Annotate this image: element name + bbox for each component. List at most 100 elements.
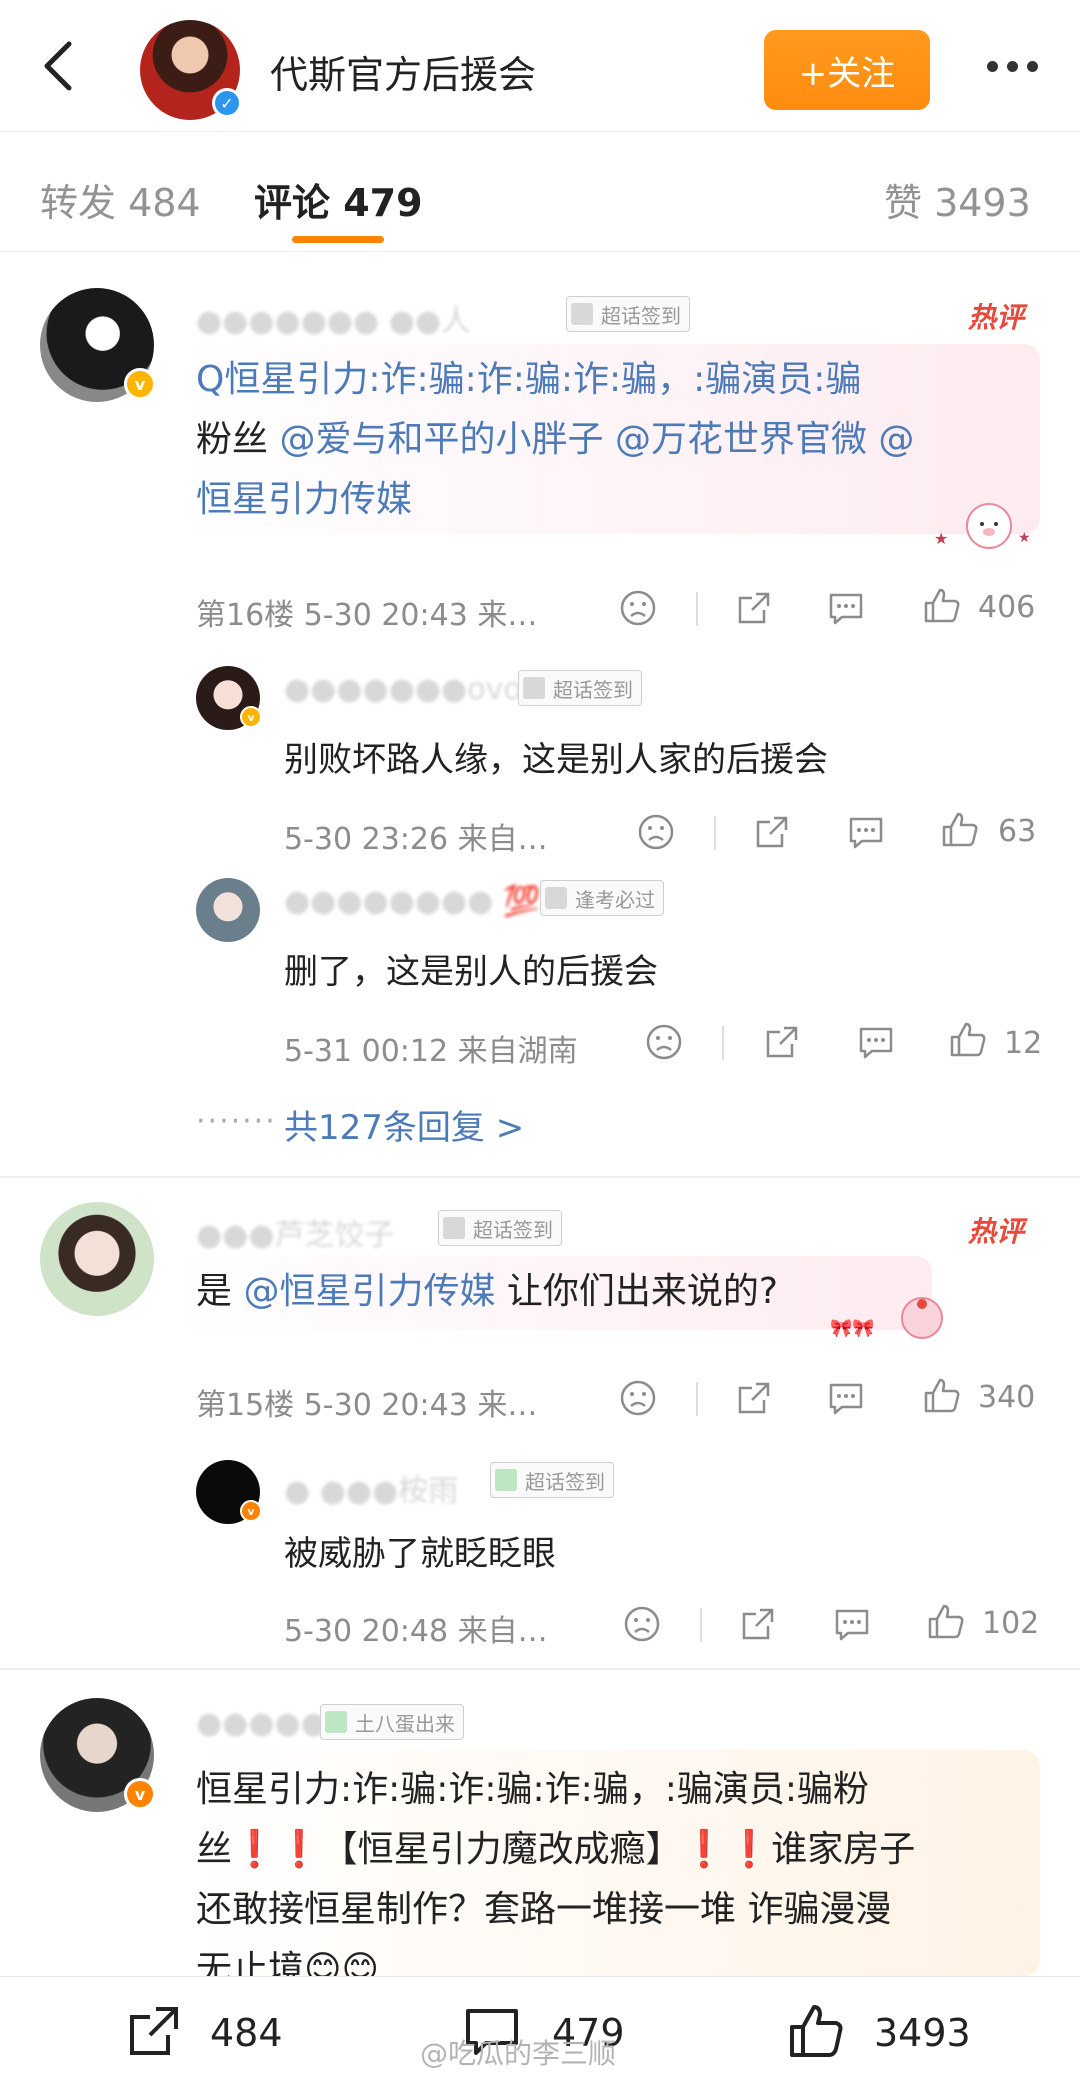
avatar[interactable]: v: [196, 1460, 262, 1524]
mention-link[interactable]: @恒星引力传媒: [243, 1271, 495, 1312]
watermark: @吃瓜的李三顺: [420, 2037, 617, 2070]
super-topic-icon: [443, 1217, 465, 1239]
share-icon: [766, 1026, 798, 1058]
follow-button[interactable]: +关注: [764, 30, 930, 110]
like-button[interactable]: [922, 1376, 962, 1416]
comment-icon: [829, 1383, 863, 1415]
vip-badge-icon: v: [124, 368, 156, 400]
hot-comment-label: 热评: [968, 1215, 1025, 1248]
super-topic-icon: [495, 1469, 517, 1491]
more-replies-dots: ·······: [196, 1104, 277, 1139]
username[interactable]: ●●●●●: [196, 1706, 327, 1741]
super-topic-icon: [325, 1711, 347, 1733]
svg-text:🎀🎀: 🎀🎀: [830, 1318, 875, 1339]
username[interactable]: ● ●●●桉雨: [284, 1466, 458, 1510]
like-count: 12: [1004, 1026, 1043, 1061]
tab-comments[interactable]: 评论 479: [254, 172, 423, 227]
avatar[interactable]: v: [40, 1698, 156, 1812]
comment-divider: [0, 1668, 1080, 1670]
reply-button[interactable]: [826, 1378, 866, 1418]
reply-meta: 5-30 20:48 来自…: [284, 1614, 548, 1649]
comment-divider: [0, 1176, 1080, 1178]
thumbs-up-icon: [942, 812, 978, 847]
tab-likes[interactable]: 赞 3493: [884, 172, 1031, 227]
repost-button[interactable]: [124, 2001, 184, 2061]
mention-link[interactable]: @: [878, 419, 914, 460]
share-button[interactable]: [752, 812, 792, 852]
dislike-button[interactable]: [618, 1378, 658, 1418]
avatar[interactable]: [40, 1202, 154, 1316]
share-button[interactable]: [762, 1022, 802, 1062]
account-name[interactable]: 代斯官方后援会: [270, 44, 536, 99]
sad-face-icon: [646, 1024, 682, 1060]
divider: [722, 1026, 724, 1060]
dislike-button[interactable]: [644, 1022, 684, 1062]
thumbs-up-icon: [950, 1022, 986, 1057]
divider: [696, 1382, 698, 1416]
dislike-button[interactable]: [618, 588, 658, 628]
chevron-left-icon: [44, 41, 72, 91]
account-avatar[interactable]: ✓: [140, 20, 242, 120]
comment-icon: [849, 817, 883, 849]
tab-bar: 转发 484 评论 479 赞 3493: [0, 132, 1080, 252]
search-link[interactable]: Q恒星引力:诈:骗:诈:骗:诈:骗，:骗演员:骗: [196, 359, 861, 400]
badge-icon: [545, 887, 567, 909]
divider: [714, 816, 716, 850]
reply-button[interactable]: [826, 588, 866, 628]
share-icon: [130, 2007, 178, 2055]
username[interactable]: ●●●●●●●● 💯: [284, 884, 540, 919]
share-button[interactable]: [734, 1378, 774, 1418]
dislike-button[interactable]: [622, 1604, 662, 1644]
username[interactable]: ●●●芦芝饺子: [196, 1210, 395, 1254]
user-tag: 土八蛋出来: [320, 1704, 464, 1740]
piggy-sticker-icon: ★ ★: [924, 494, 1034, 554]
hot-comment-label: 热评: [968, 301, 1025, 334]
back-button[interactable]: [28, 36, 88, 96]
tab-reposts[interactable]: 转发 484: [40, 172, 201, 227]
reply-meta: 5-30 23:26 来自…: [284, 822, 548, 857]
reply-text: 被威胁了就眨眨眼: [284, 1534, 556, 1574]
avatar[interactable]: v: [196, 666, 262, 730]
avatar[interactable]: v: [40, 288, 156, 402]
view-more-replies-link[interactable]: 共127条回复 >: [284, 1100, 524, 1149]
like-count: 340: [978, 1380, 1036, 1415]
reply-text: 别败坏路人缘，这是别人家的后援会: [284, 740, 828, 780]
share-icon: [742, 1608, 774, 1640]
divider: [700, 1608, 702, 1642]
like-button[interactable]: [922, 586, 962, 626]
svg-text:★: ★: [934, 529, 948, 548]
thumbs-up-icon: [924, 588, 960, 623]
vip-badge-icon: v: [240, 1500, 262, 1522]
like-count: 406: [978, 590, 1036, 625]
username[interactable]: ●●●●●●● ●●人: [196, 296, 471, 340]
divider: [696, 592, 698, 626]
vip-badge-icon: v: [240, 706, 262, 728]
sad-face-icon: [620, 590, 656, 626]
avatar[interactable]: [196, 878, 260, 942]
mention-link[interactable]: @爱与和平的小胖子: [279, 419, 603, 460]
comment-icon: [835, 1609, 869, 1641]
sad-face-icon: [620, 1380, 656, 1416]
reply-button[interactable]: [832, 1604, 872, 1644]
mention-link[interactable]: @万花世界官微: [615, 419, 867, 460]
reply-button[interactable]: [856, 1022, 896, 1062]
comment-icon: [829, 593, 863, 625]
reply-button[interactable]: [846, 812, 886, 852]
like-button[interactable]: [948, 1020, 988, 1060]
more-menu-button[interactable]: [972, 46, 1052, 86]
share-button[interactable]: [734, 588, 774, 628]
share-icon: [738, 1382, 770, 1414]
like-button[interactable]: [926, 1602, 966, 1642]
user-tag: 超话签到: [438, 1210, 562, 1246]
reply-text: 删了，这是别人的后援会: [284, 952, 658, 992]
mention-link[interactable]: 恒星引力传媒: [196, 479, 412, 520]
comment-text: Q恒星引力:诈:骗:诈:骗:诈:骗，:骗演员:骗 粉丝 @爱与和平的小胖子 @万…: [196, 359, 915, 520]
username[interactable]: ●●●●●●●ovo: [284, 672, 522, 707]
dislike-button[interactable]: [636, 812, 676, 852]
like-button[interactable]: [940, 810, 980, 850]
like-button[interactable]: [786, 2001, 846, 2061]
like-count: 3493: [874, 2011, 971, 2055]
share-button[interactable]: [738, 1604, 778, 1644]
comment-meta: 第16楼 5-30 20:43 来…: [196, 598, 538, 633]
sad-face-icon: [638, 814, 674, 850]
